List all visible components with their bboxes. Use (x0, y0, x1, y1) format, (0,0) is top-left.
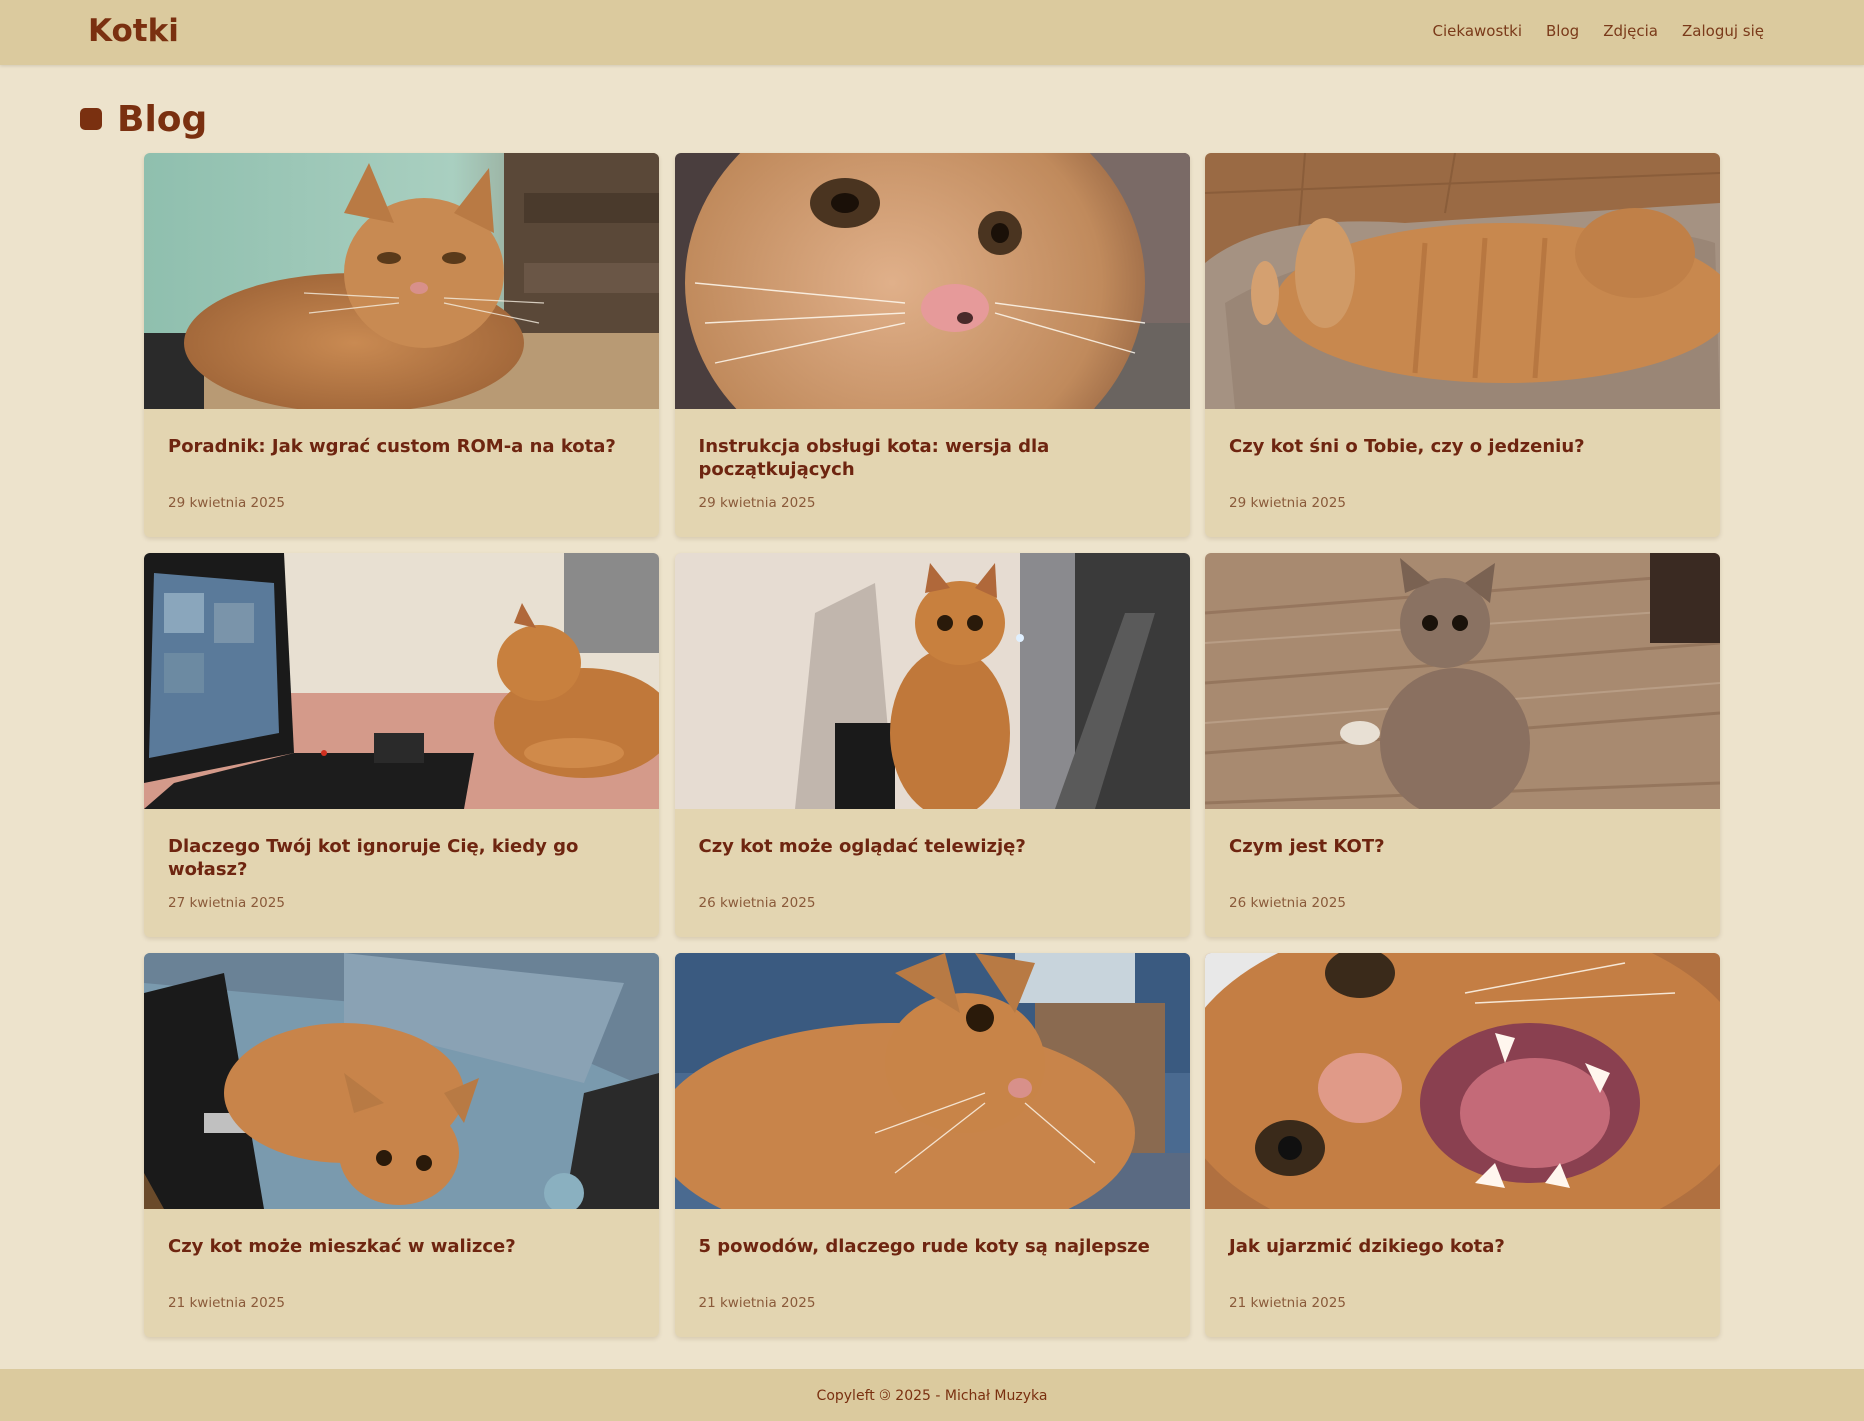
nav-link-ciekawostki[interactable]: Ciekawostki (1433, 22, 1522, 40)
post-title[interactable]: Czy kot może oglądać telewizję? (699, 835, 1170, 858)
post-date: 26 kwietnia 2025 (698, 895, 816, 911)
blog-post-card[interactable]: Czy kot może oglądać telewizję? 26 kwiet… (674, 553, 1190, 937)
post-title[interactable]: Czy kot może mieszkać w walizce? (168, 1235, 639, 1258)
post-date: 21 kwietnia 2025 (168, 1295, 285, 1311)
post-title[interactable]: Czy kot śni o Tobie, czy o jedzeniu? (1229, 435, 1700, 458)
nav-link-login[interactable]: Zaloguj się (1682, 22, 1764, 40)
post-thumbnail-image[interactable] (144, 153, 659, 409)
post-thumbnail-image[interactable] (1205, 153, 1720, 409)
blog-post-card[interactable]: Czym jest KOT? 26 kwietnia 2025 (1205, 553, 1720, 937)
page-footer: Copyleft 🄯 2025 - Michał Muzyka (0, 1369, 1864, 1421)
nav-link-zdjecia[interactable]: Zdjęcia (1603, 22, 1658, 40)
brand-logo-link[interactable]: Kotki (88, 13, 179, 49)
blog-post-card[interactable]: Dlaczego Twój kot ignoruje Cię, kiedy go… (144, 553, 659, 937)
main-nav: Ciekawostki Blog Zdjęcia Zaloguj się (1433, 22, 1764, 40)
post-thumbnail-image[interactable] (1205, 953, 1720, 1209)
page-heading: Blog (80, 96, 207, 142)
blog-post-card[interactable]: Czy kot może mieszkać w walizce? 21 kwie… (144, 953, 659, 1337)
post-thumbnail-image[interactable] (144, 553, 659, 809)
post-title[interactable]: Dlaczego Twój kot ignoruje Cię, kiedy go… (168, 835, 639, 882)
footer-copyright: Copyleft 🄯 2025 - Michał Muzyka (816, 1388, 1048, 1404)
post-thumbnail-image[interactable] (674, 553, 1190, 809)
post-thumbnail-image[interactable] (144, 953, 659, 1209)
post-date: 26 kwietnia 2025 (1229, 895, 1346, 911)
blog-post-card[interactable]: Instrukcja obsługi kota: wersja dla pocz… (674, 153, 1190, 537)
blog-post-card[interactable]: Czy kot śni o Tobie, czy o jedzeniu? 29 … (1205, 153, 1720, 537)
post-thumbnail-image[interactable] (674, 153, 1190, 409)
top-navbar: Kotki Ciekawostki Blog Zdjęcia Zaloguj s… (0, 0, 1864, 65)
post-title[interactable]: Poradnik: Jak wgrać custom ROM-a na kota… (168, 435, 639, 458)
post-thumbnail-image[interactable] (1205, 553, 1720, 809)
post-date: 29 kwietnia 2025 (168, 495, 285, 511)
post-title[interactable]: Czym jest KOT? (1229, 835, 1700, 858)
page-title: Blog (117, 98, 208, 140)
post-date: 29 kwietnia 2025 (1229, 495, 1346, 511)
blog-post-grid: Poradnik: Jak wgrać custom ROM-a na kota… (144, 153, 1720, 1337)
post-date: 21 kwietnia 2025 (698, 1295, 816, 1311)
heading-square-icon (80, 108, 102, 130)
post-title[interactable]: Instrukcja obsługi kota: wersja dla pocz… (699, 435, 1170, 482)
nav-link-blog[interactable]: Blog (1546, 22, 1579, 40)
blog-post-card[interactable]: Jak ujarzmić dzikiego kota? 21 kwietnia … (1205, 953, 1720, 1337)
post-date: 27 kwietnia 2025 (168, 895, 285, 911)
blog-post-card[interactable]: 5 powodów, dlaczego rude koty są najleps… (674, 953, 1190, 1337)
post-title[interactable]: 5 powodów, dlaczego rude koty są najleps… (699, 1235, 1170, 1258)
post-date: 29 kwietnia 2025 (698, 495, 816, 511)
blog-post-card[interactable]: Poradnik: Jak wgrać custom ROM-a na kota… (144, 153, 659, 537)
post-thumbnail-image[interactable] (674, 953, 1190, 1209)
post-title[interactable]: Jak ujarzmić dzikiego kota? (1229, 1235, 1700, 1258)
post-date: 21 kwietnia 2025 (1229, 1295, 1346, 1311)
